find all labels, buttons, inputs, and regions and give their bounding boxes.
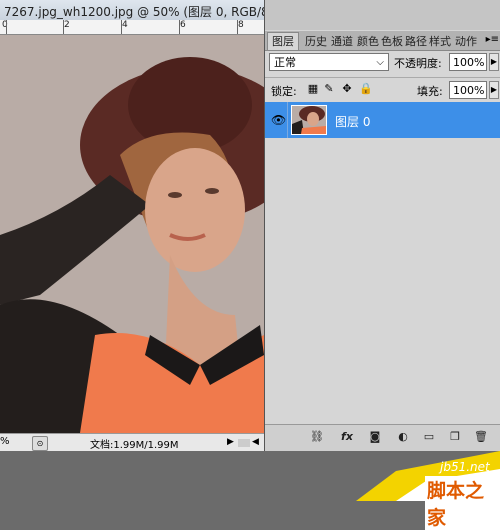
fill-slider-button[interactable]: ▶ [489,81,499,99]
new-layer-icon[interactable]: ❐ [447,430,463,444]
layer-name[interactable]: 图层 0 [335,113,370,130]
fill-field[interactable]: 100% [449,81,487,99]
folder-icon[interactable]: ▭ [421,430,437,444]
watermark-brand: 脚本之家 [425,476,500,530]
info-icon[interactable]: ⊙ [32,436,48,451]
ruler-label: 6 [180,20,186,30]
ruler-tick [179,20,180,34]
tab-swatches[interactable]: 色板 [381,33,403,50]
layer-thumbnail[interactable] [291,105,327,135]
panel-footer: ⛓ fx ◙ ◐ ▭ ❐ 🗑 [265,424,500,452]
panel-header[interactable] [265,0,500,30]
watermark-domain: jb51.net [440,460,490,474]
layers-list-empty-area[interactable] [265,138,500,424]
link-icon[interactable]: ⛓ [309,430,325,444]
scroll-left-arrow-icon[interactable]: ◀ [252,437,259,447]
adjustment-icon[interactable]: ◐ [395,430,411,444]
panel-tabs: 图层 历史 通道 颜色 色板 路径 样式 动作 ▸≡ [265,31,500,51]
tab-paths[interactable]: 路径 [405,33,427,50]
fx-icon[interactable]: fx [339,430,355,444]
layer-divider [287,102,288,138]
tab-actions[interactable]: 动作 [455,33,485,50]
opacity-label: 不透明度: [394,57,442,70]
document-title: 7267.jpg_wh1200.jpg @ 50% (图层 0, RGB/8#)… [4,5,294,19]
ruler-label: 4 [122,20,128,30]
tab-color[interactable]: 颜色 [357,33,379,50]
lock-move-icon[interactable]: ✥ [341,83,353,95]
layer-thumbnail-image [292,106,326,134]
layer-row[interactable]: 👁 图层 0 [265,102,500,138]
lock-fill-row: 锁定: ▦ ✎ ✥ 🔒 填充: 100% ▶ [265,77,500,102]
ruler-tick [121,20,122,34]
eye-icon[interactable]: 👁 [271,113,286,127]
ruler-tick [63,20,64,34]
blend-opacity-row: 正常 ⌵ 不透明度: 100% ▶ [265,50,500,76]
panel-menu-icon[interactable]: ▸≡ [486,34,499,45]
blend-mode-value: 正常 [274,56,296,69]
document-canvas[interactable] [0,35,264,433]
zoom-field[interactable]: % [0,436,10,447]
chevron-down-icon: ⌵ [376,57,384,68]
status-menu-arrow-icon[interactable]: ▶ [227,437,234,447]
lock-all-icon[interactable]: 🔒 [359,83,373,95]
ruler-tick [6,20,7,34]
fill-label: 填充: [417,85,443,98]
horizontal-scrollbar[interactable] [238,439,250,447]
ruler-label: 8 [238,20,244,30]
lock-brush-icon[interactable]: ✎ [323,83,335,95]
mask-icon[interactable]: ◙ [367,430,383,444]
lock-transparent-icon[interactable]: ▦ [307,83,319,95]
lock-label: 锁定: [271,85,297,98]
opacity-field[interactable]: 100% [449,53,487,71]
ruler-label: 2 [64,20,70,30]
tab-history[interactable]: 历史 [305,33,329,50]
ruler-tick [237,20,238,34]
opacity-slider-button[interactable]: ▶ [489,53,499,71]
trash-icon[interactable]: 🗑 [473,430,489,444]
tab-channels[interactable]: 通道 [331,33,355,50]
blend-mode-select[interactable]: 正常 ⌵ [269,53,389,71]
status-bar: % ⊙ 文档:1.99M/1.99M ▶ ◀ [0,433,264,452]
tab-layers[interactable]: 图层 [267,32,299,50]
ruler-horizontal[interactable]: 0 2 4 6 8 [0,20,264,35]
tab-styles[interactable]: 样式 [429,33,451,50]
layers-panel: 图层 历史 通道 颜色 色板 路径 样式 动作 ▸≡ 正常 ⌵ 不透明度: 10… [264,0,500,452]
doc-size-info: 文档:1.99M/1.99M [90,440,179,451]
portrait-image [0,35,264,433]
